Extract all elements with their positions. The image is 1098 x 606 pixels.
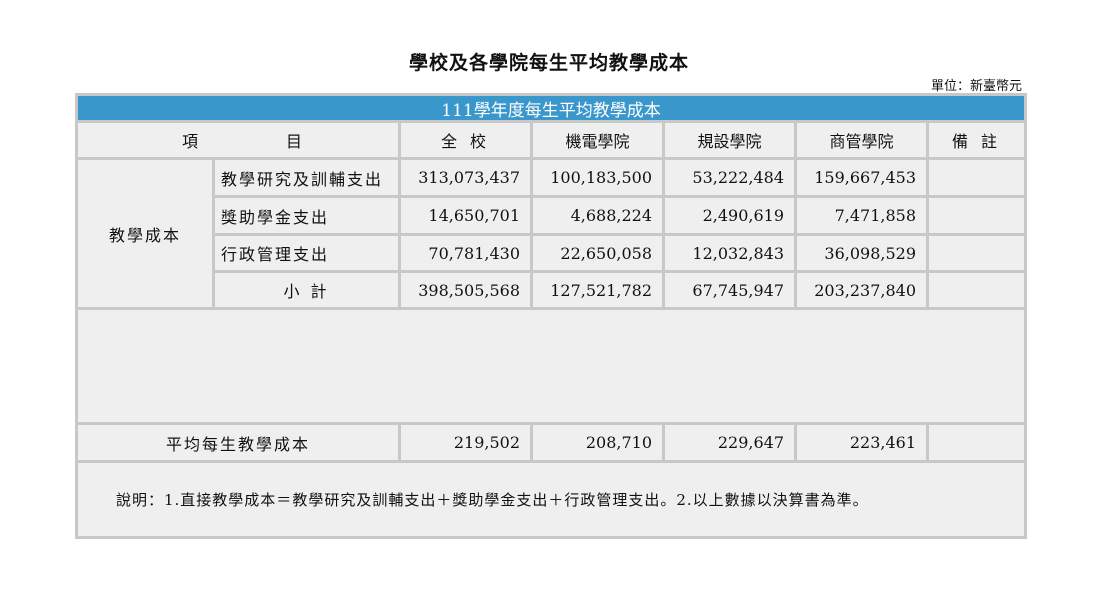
- subtotal-college-2-value: 67,745,947: [665, 273, 794, 307]
- subtotal-school-value: 398,505,568: [401, 273, 530, 307]
- row-college-3-value: 7,471,858: [797, 198, 926, 233]
- group-label: 教學成本: [78, 160, 212, 307]
- average-remark: [929, 425, 1024, 460]
- header-item-right: 目: [286, 132, 303, 151]
- subtotal-remark: [929, 273, 1024, 307]
- row-school-value: 70,781,430: [401, 236, 530, 270]
- explanation-note: 說明：1.直接教學成本＝教學研究及訓輔支出＋獎助學金支出＋行政管理支出。2.以上…: [78, 463, 1024, 536]
- row-remark: [929, 160, 1024, 195]
- row-college-3-value: 159,667,453: [797, 160, 926, 195]
- row-remark: [929, 198, 1024, 233]
- empty-row: [78, 310, 1024, 422]
- row-label: 教學研究及訓輔支出: [215, 160, 398, 195]
- header-college-3: 商管學院: [797, 123, 926, 157]
- row-college-3-value: 36,098,529: [797, 236, 926, 270]
- average-label: 平均每生教學成本: [78, 425, 398, 460]
- row-college-1-value: 22,650,058: [533, 236, 662, 270]
- row-school-value: 14,650,701: [401, 198, 530, 233]
- row-label: 獎助學金支出: [215, 198, 398, 233]
- header-college-1: 機電學院: [533, 123, 662, 157]
- row-college-1-value: 4,688,224: [533, 198, 662, 233]
- row-college-1-value: 100,183,500: [533, 160, 662, 195]
- header-college-2: 規設學院: [665, 123, 794, 157]
- average-college-2-value: 229,647: [665, 425, 794, 460]
- row-remark: [929, 236, 1024, 270]
- row-college-2-value: 12,032,843: [665, 236, 794, 270]
- subtotal-college-1-value: 127,521,782: [533, 273, 662, 307]
- row-college-2-value: 2,490,619: [665, 198, 794, 233]
- unit-label: 單位：新臺幣元: [930, 79, 1022, 94]
- average-college-3-value: 223,461: [797, 425, 926, 460]
- row-label: 行政管理支出: [215, 236, 398, 270]
- average-college-1-value: 208,710: [533, 425, 662, 460]
- cost-table: 111學年度每生平均教學成本 項 目 全 校 機電學院 規設學院 商管學院 備 …: [75, 93, 1027, 539]
- table-banner: 111學年度每生平均教學成本: [78, 96, 1024, 121]
- subtotal-label: 小 計: [215, 273, 398, 307]
- header-item-left: 項: [182, 132, 199, 151]
- page-title: 學校及各學院每生平均教學成本: [408, 52, 689, 74]
- row-college-2-value: 53,222,484: [665, 160, 794, 195]
- row-school-value: 313,073,437: [401, 160, 530, 195]
- header-school: 全 校: [401, 123, 530, 157]
- subtotal-college-3-value: 203,237,840: [797, 273, 926, 307]
- header-item: 項 目: [78, 123, 398, 157]
- average-school-value: 219,502: [401, 425, 530, 460]
- header-remark: 備 註: [929, 123, 1024, 157]
